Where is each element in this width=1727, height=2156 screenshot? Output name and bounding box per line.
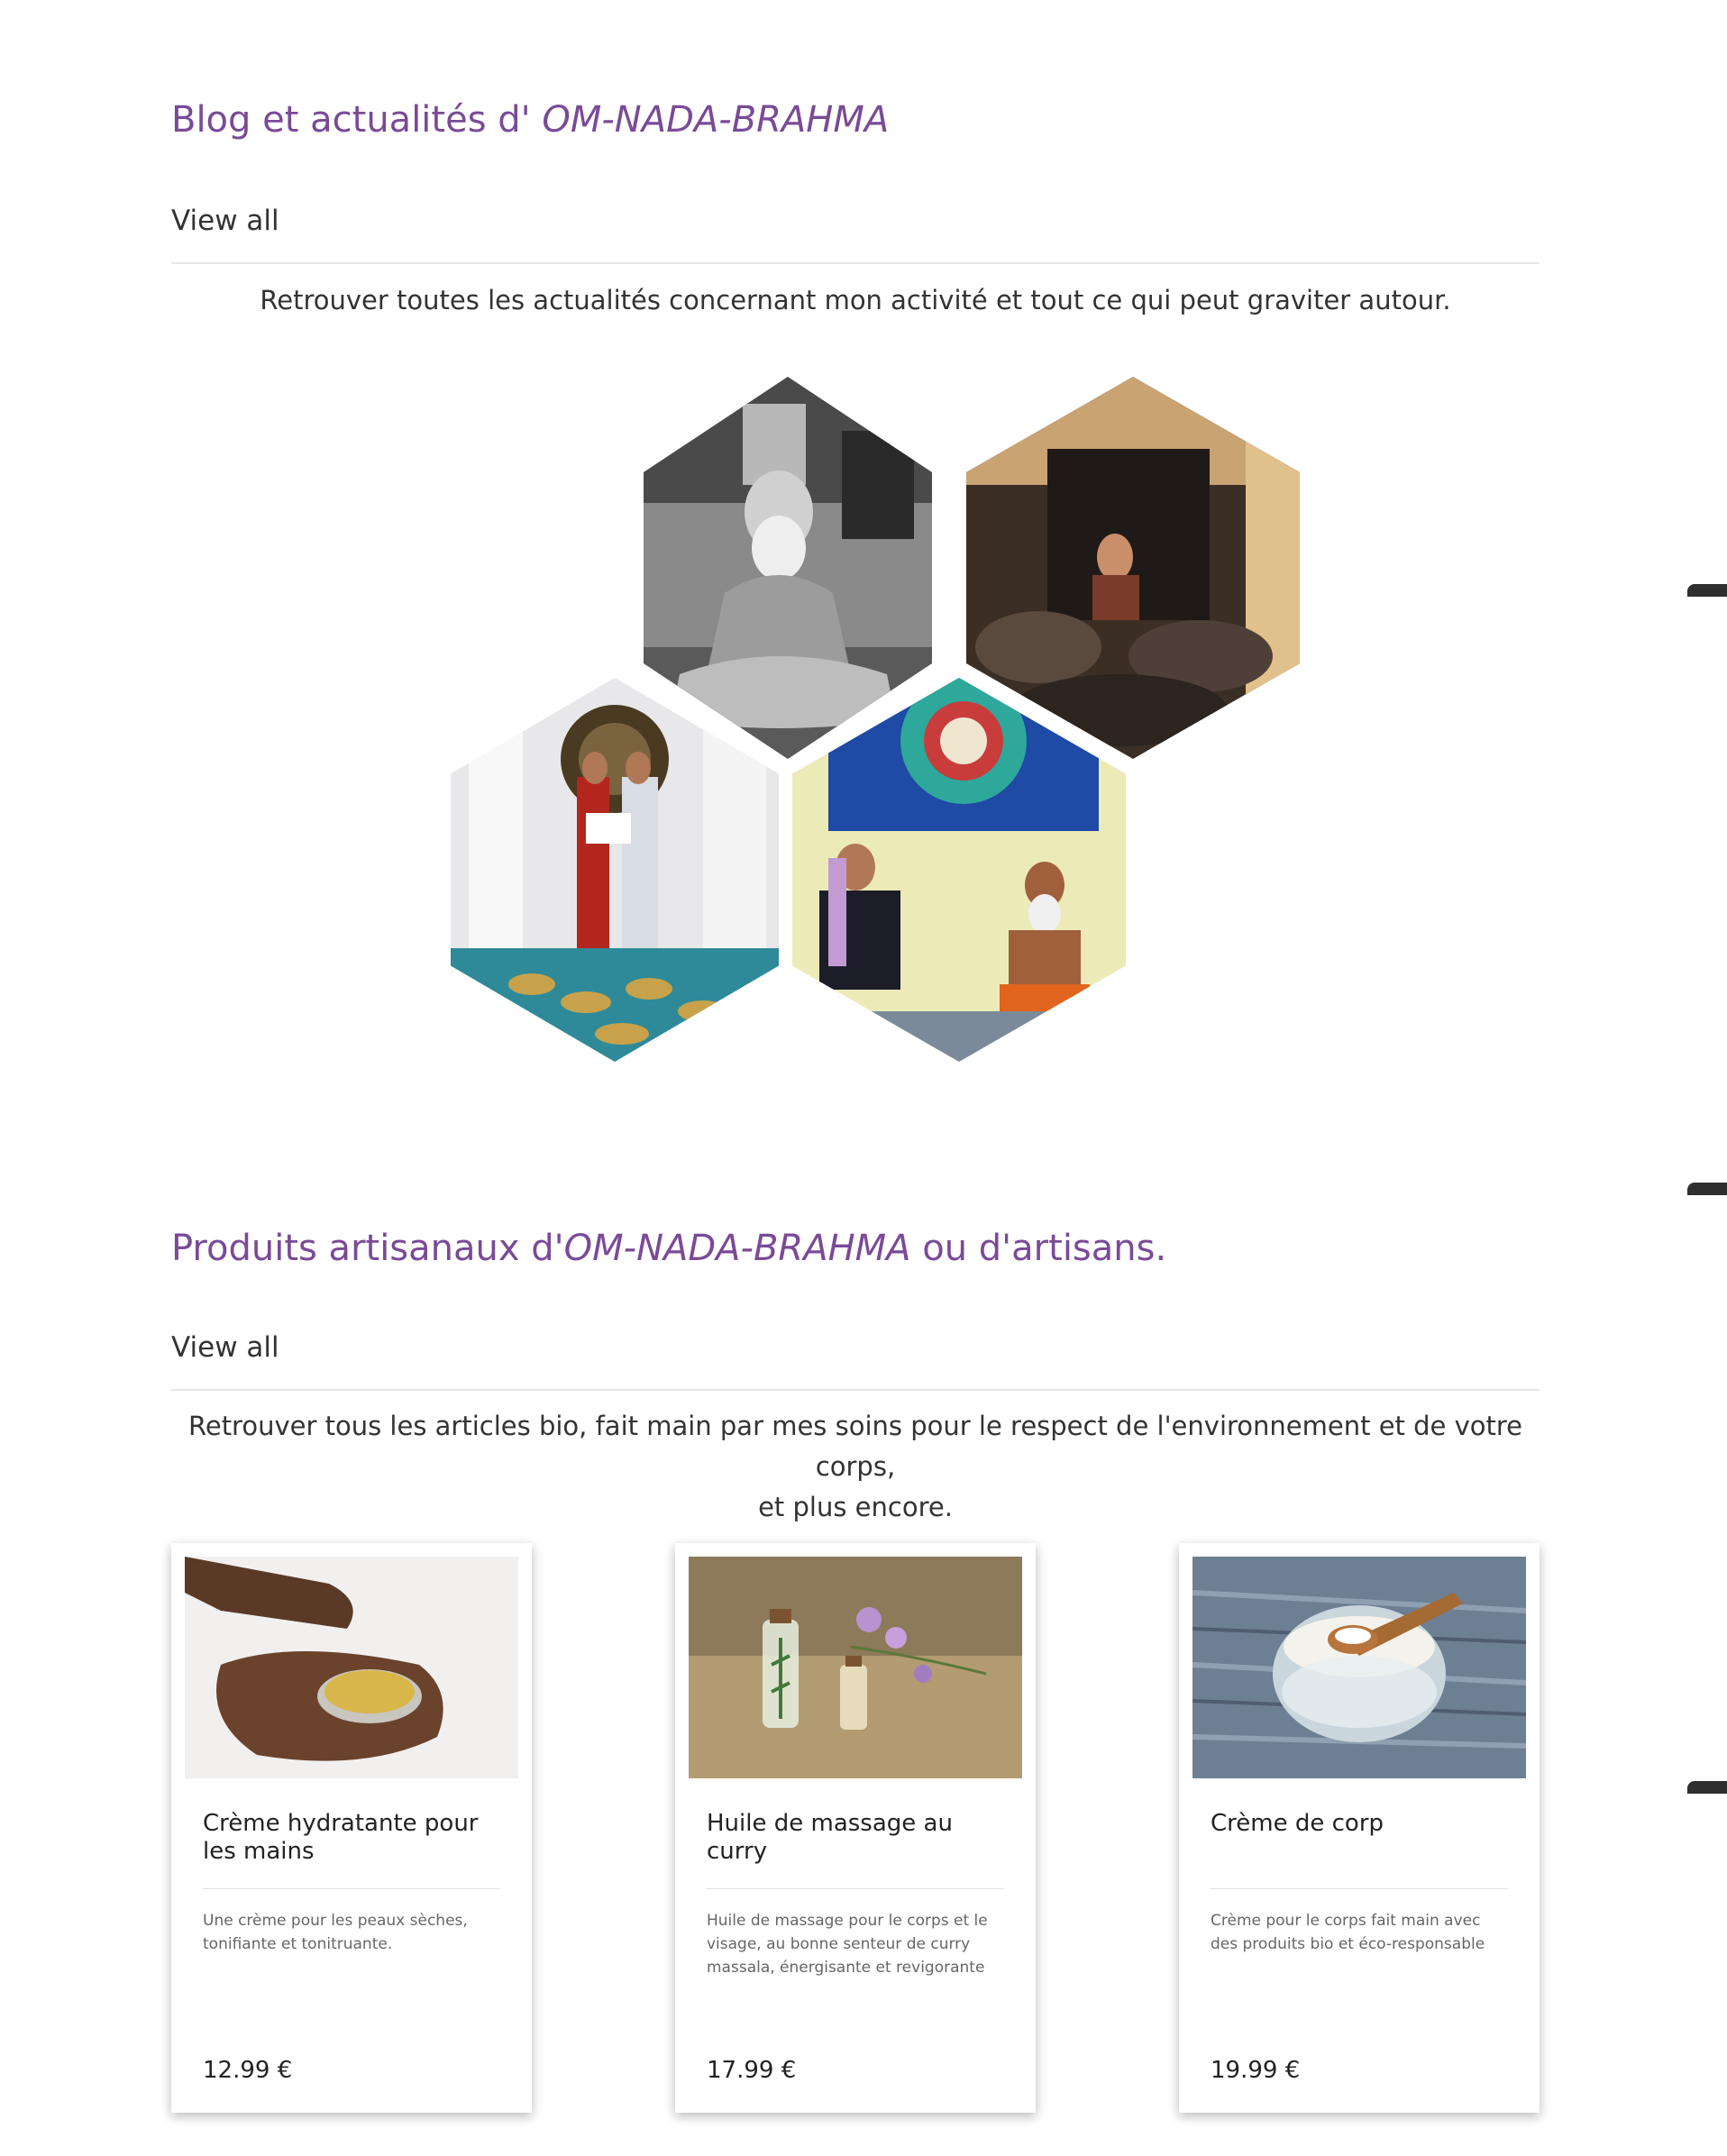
product-card[interactable]: Crème de corp Crème pour le corps fait m… bbox=[1179, 1543, 1540, 2113]
product-image[interactable] bbox=[1192, 1557, 1526, 1778]
product-divider bbox=[1211, 1888, 1508, 1889]
product-name[interactable]: Crème hydratante pour les mains bbox=[203, 1810, 500, 1866]
product-description: Crème pour le corps fait main avec des p… bbox=[1211, 1912, 1485, 1953]
product-price: 17.99 € bbox=[707, 2057, 797, 2084]
product-card[interactable]: Crème hydratante pour les mains Une crèm… bbox=[171, 1543, 532, 2113]
product-name[interactable]: Crème de corp bbox=[1211, 1810, 1508, 1838]
product-description: Une crème pour les peaux sèches, tonifia… bbox=[203, 1912, 468, 1953]
side-widget-tab[interactable] bbox=[1687, 1183, 1727, 1195]
blog-separator bbox=[171, 262, 1540, 264]
blog-view-all-link[interactable]: View all bbox=[171, 205, 279, 237]
side-widget-tab[interactable] bbox=[1687, 1781, 1727, 1794]
product-divider bbox=[707, 1888, 1004, 1889]
product-image[interactable] bbox=[185, 1557, 518, 1778]
products-title: Produits artisanaux d'OM-NADA-BRAHMA ou … bbox=[171, 1228, 1167, 1269]
product-price: 12.99 € bbox=[203, 2057, 293, 2084]
product-divider bbox=[203, 1888, 500, 1889]
blog-title: Blog et actualités d' OM-NADA-BRAHMA bbox=[171, 99, 890, 141]
product-name[interactable]: Huile de massage au curry bbox=[707, 1810, 1004, 1866]
product-description: Huile de massage pour le corps et le vis… bbox=[707, 1912, 988, 1977]
products-intro: Retrouver tous les articles bio, fait ma… bbox=[188, 1411, 1522, 1522]
products-view-all-link[interactable]: View all bbox=[171, 1331, 279, 1364]
product-price: 19.99 € bbox=[1211, 2057, 1301, 2084]
product-card[interactable]: Huile de massage au curry Huile de massa… bbox=[675, 1543, 1036, 2113]
products-separator bbox=[171, 1389, 1540, 1391]
blog-intro: Retrouver toutes les actualités concerna… bbox=[260, 285, 1451, 315]
product-image[interactable] bbox=[689, 1557, 1022, 1778]
side-widget-tab[interactable] bbox=[1687, 584, 1727, 597]
